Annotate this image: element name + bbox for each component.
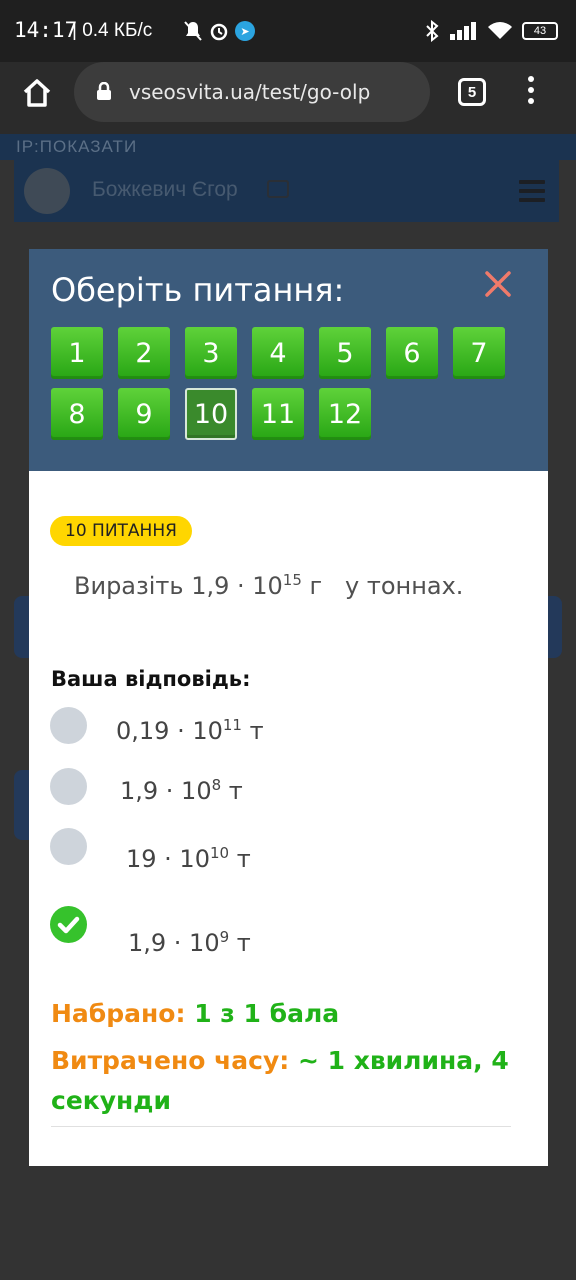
- question-button-8[interactable]: 8: [51, 388, 103, 440]
- alarm-icon: [210, 23, 228, 41]
- close-icon[interactable]: [483, 269, 513, 299]
- question-button-11[interactable]: 11: [252, 388, 304, 440]
- question-button-1[interactable]: 1: [51, 327, 103, 379]
- option-base: 1,9 · 10: [128, 929, 220, 957]
- modal-header: Оберіть питання: 1 2 3 4 5 6 7 8 9 10 11 12: [29, 249, 548, 471]
- lock-icon: [97, 82, 111, 100]
- divider: [51, 1126, 511, 1127]
- hamburger-menu-icon[interactable]: [519, 180, 545, 207]
- avatar[interactable]: [24, 168, 70, 214]
- option-exponent: 10: [209, 844, 230, 862]
- chat-icon[interactable]: [267, 180, 289, 198]
- user-name[interactable]: Божкевич Єгор: [92, 178, 238, 202]
- status-bar: 14:17 | 0.4 КБ/с ➤ 43: [0, 0, 576, 62]
- option-unit: т: [229, 845, 251, 873]
- wifi-icon: [488, 22, 512, 39]
- question-text: Виразіть 1,9 · 1015 г у тоннах.: [74, 572, 463, 600]
- time-line: Витрачено часу: ~ 1 хвилина, 4 секунди: [51, 1041, 521, 1121]
- checkmark-icon: [57, 916, 80, 934]
- question-button-10[interactable]: 10: [185, 388, 237, 440]
- option-exponent: 9: [219, 928, 230, 946]
- radio-button[interactable]: [50, 828, 87, 865]
- option-text[interactable]: 1,9 · 109 т: [128, 929, 251, 957]
- option-text[interactable]: 1,9 · 108 т: [120, 777, 243, 805]
- option-unit: т: [221, 777, 243, 805]
- option-text[interactable]: 19 · 1010 т: [126, 845, 251, 873]
- option-exponent: 11: [222, 716, 242, 734]
- bluetooth-icon: [426, 20, 439, 42]
- option-exponent: 8: [211, 776, 222, 794]
- question-button-12[interactable]: 12: [319, 388, 371, 440]
- mute-bell-icon: [184, 21, 202, 41]
- question-badge: 10 ПИТАННЯ: [50, 516, 192, 546]
- address-bar[interactable]: vseosvita.ua/test/go-olp: [74, 62, 430, 122]
- option-text[interactable]: 0,19 · 1011 т: [116, 717, 264, 745]
- url-text: vseosvita.ua/test/go-olp: [129, 80, 371, 104]
- radio-button[interactable]: [50, 707, 87, 744]
- tab-switcher-button[interactable]: 5: [458, 78, 486, 106]
- battery-icon: 43: [522, 22, 558, 40]
- selected-check-icon[interactable]: [50, 906, 87, 943]
- home-icon[interactable]: [20, 76, 54, 110]
- signal-icon: [450, 22, 476, 40]
- question-modal: Оберіть питання: 1 2 3 4 5 6 7 8 9 10 11 12 10 ПИТА…: [29, 249, 548, 1166]
- score-line: Набрано: 1 з 1 бала: [51, 994, 339, 1034]
- question-prefix: Виразіть 1,9 · 10: [74, 572, 283, 600]
- question-button-9[interactable]: 9: [118, 388, 170, 440]
- option-unit: т: [229, 929, 251, 957]
- radio-button[interactable]: [50, 768, 87, 805]
- option-base: 0,19 · 10: [116, 717, 223, 745]
- question-button-6[interactable]: 6: [386, 327, 438, 379]
- question-button-7[interactable]: 7: [453, 327, 505, 379]
- modal-title: Оберіть питання:: [51, 271, 345, 309]
- score-label: Набрано:: [51, 999, 186, 1028]
- option-base: 1,9 · 10: [120, 777, 212, 805]
- score-value: 1 з 1 бала: [194, 999, 340, 1028]
- answer-label: Ваша відповідь:: [51, 667, 251, 691]
- option-base: 19 · 10: [126, 845, 210, 873]
- telegram-icon: ➤: [235, 21, 255, 41]
- browser-menu-icon[interactable]: [528, 76, 536, 108]
- question-button-5[interactable]: 5: [319, 327, 371, 379]
- ip-label[interactable]: IP:ПОКАЗАТИ: [0, 134, 576, 160]
- option-unit: т: [241, 717, 264, 745]
- time-label: Витрачено часу:: [51, 1046, 290, 1075]
- status-net-speed: | 0.4 КБ/с: [72, 20, 153, 41]
- question-suffix: г у тоннах.: [301, 572, 464, 600]
- browser-toolbar: vseosvita.ua/test/go-olp 5: [0, 62, 576, 134]
- status-time: 14:17: [14, 18, 78, 42]
- user-bar: Божкевич Єгор: [14, 160, 559, 222]
- question-button-3[interactable]: 3: [185, 327, 237, 379]
- question-button-4[interactable]: 4: [252, 327, 304, 379]
- question-exponent: 15: [282, 571, 302, 589]
- question-button-2[interactable]: 2: [118, 327, 170, 379]
